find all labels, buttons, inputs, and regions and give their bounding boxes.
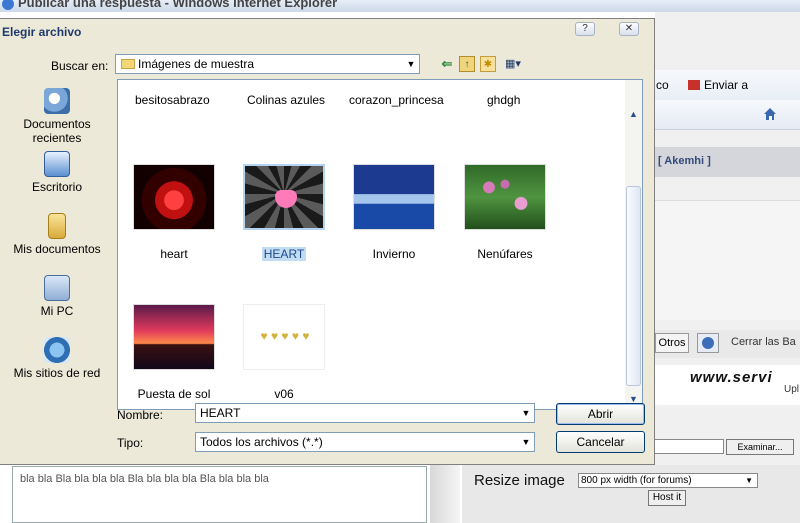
chevron-down-icon[interactable]: ▼ — [518, 433, 534, 451]
image-thumbnail — [133, 164, 215, 230]
file-item[interactable]: Nenúfares — [459, 155, 549, 267]
scrollbar-thumb[interactable] — [626, 186, 641, 386]
send-to-button[interactable]: Enviar a — [704, 78, 748, 92]
toolbar-dropdown-partial[interactable]: co — [656, 78, 669, 92]
place-label: Mi PC — [40, 304, 74, 318]
home-icon[interactable] — [762, 106, 778, 122]
scroll-up-icon[interactable]: ▲ — [625, 106, 642, 123]
image-thumbnail — [243, 304, 325, 370]
place-my-documents[interactable]: Mis documentos — [0, 213, 114, 256]
image-thumbnail — [464, 164, 546, 230]
help-icon — [702, 337, 714, 349]
place-my-computer[interactable]: Mi PC — [0, 275, 114, 318]
ie-logo-icon — [2, 0, 14, 10]
filetype-select[interactable]: Todos los archivos (*.*) ▼ — [195, 432, 535, 452]
views-menu-icon[interactable]: ▦▾ — [501, 56, 525, 72]
filename-value: HEART — [200, 406, 241, 420]
host-it-button[interactable]: Host it — [648, 490, 686, 506]
otros-button[interactable]: Otros — [655, 333, 689, 353]
close-tags-button[interactable]: Cerrar las Ba — [731, 336, 796, 348]
filetype-value: Todos los archivos (*.*) — [200, 435, 323, 449]
place-recent-documents[interactable]: Documentos recientes — [0, 88, 114, 145]
cancel-button[interactable]: Cancelar — [556, 431, 645, 453]
chevron-down-icon[interactable]: ▼ — [518, 404, 534, 422]
chevron-down-icon: ▼ — [403, 55, 419, 73]
file-item-label: Puesta de sol — [137, 387, 211, 401]
ie-title-bar: Publicar una respuesta - Windows Interne… — [0, 0, 800, 12]
resize-image-label: Resize image — [474, 472, 565, 489]
file-item-label[interactable]: ghdgh — [487, 93, 520, 107]
file-names-row: besitosabrazo Colinas azules corazon_pri… — [118, 93, 623, 109]
up-folder-icon[interactable]: ↑ — [459, 56, 475, 72]
image-thumbnail — [243, 164, 325, 230]
chevron-down-icon: ▼ — [745, 476, 753, 485]
image-thumbnail — [353, 164, 435, 230]
image-thumbnail — [133, 304, 215, 370]
my-documents-icon — [48, 213, 66, 239]
dialog-title: Elegir archivo — [2, 25, 82, 39]
file-item-label: Invierno — [372, 247, 416, 261]
file-item[interactable]: v06 — [238, 295, 328, 407]
message-text: bla bla Bla bla bla bla Bla bla bla bla … — [20, 473, 269, 485]
file-item-label: v06 — [274, 387, 294, 401]
file-item-label: heart — [160, 247, 188, 261]
look-in-value: Imágenes de muestra — [138, 57, 255, 71]
vertical-scrollbar[interactable]: ▲ ▼ — [625, 80, 642, 409]
file-item[interactable]: heart — [128, 155, 218, 267]
send-icon — [688, 80, 700, 90]
recent-documents-icon — [44, 88, 70, 114]
dialog-help-button[interactable]: ? — [575, 22, 595, 36]
ie-window-title: Publicar una respuesta - Windows Interne… — [18, 0, 338, 10]
place-label: Mis sitios de red — [13, 366, 101, 380]
place-label: Escritorio — [31, 180, 82, 194]
network-places-icon — [44, 337, 70, 363]
look-in-label: Buscar en: — [51, 59, 109, 73]
resize-image-value: 800 px width (for forums) — [581, 475, 692, 486]
help-button[interactable] — [697, 333, 719, 353]
place-label: Documentos — [23, 117, 91, 131]
forum-panel — [655, 200, 800, 320]
image-host-subtitle: Upl — [784, 384, 800, 395]
browser-toolbar — [655, 100, 800, 130]
place-network[interactable]: Mis sitios de red — [0, 337, 114, 380]
filename-label: Nombre: — [117, 408, 164, 422]
new-folder-icon[interactable]: ✱ — [480, 56, 496, 72]
examinar-button[interactable]: Examinar... — [726, 439, 794, 455]
places-bar: Documentos recientes Escritorio Mis docu… — [0, 79, 114, 429]
desktop-icon — [44, 151, 70, 177]
file-item-label[interactable]: Colinas azules — [247, 93, 325, 107]
place-label: Mis documentos — [13, 242, 101, 256]
page-divider — [430, 465, 460, 523]
file-item[interactable]: Invierno — [348, 155, 438, 267]
image-host-logo: www.servi — [690, 369, 773, 386]
open-button[interactable]: Abrir — [556, 403, 645, 425]
folder-icon — [121, 59, 135, 69]
filetype-label: Tipo: — [117, 436, 144, 450]
file-open-dialog: Elegir archivo ? ✕ Buscar en: Imágenes d… — [0, 18, 655, 465]
forum-username: [ Akemhi ] — [658, 155, 711, 167]
file-item-selected[interactable]: HEART — [238, 155, 328, 267]
file-list[interactable]: besitosabrazo Colinas azules corazon_pri… — [117, 79, 643, 410]
file-item-label: Nenúfares — [477, 247, 533, 261]
file-item-label: HEART — [262, 247, 306, 261]
look-in-dropdown[interactable]: Imágenes de muestra ▼ — [115, 54, 420, 74]
file-item[interactable]: Puesta de sol — [128, 295, 218, 407]
file-item-label[interactable]: besitosabrazo — [135, 93, 210, 107]
my-computer-icon — [44, 275, 70, 301]
place-desktop[interactable]: Escritorio — [0, 151, 114, 194]
place-label: recientes — [32, 131, 82, 145]
resize-image-select[interactable]: 800 px width (for forums) ▼ — [578, 473, 758, 488]
back-icon[interactable]: ⇐ — [439, 56, 455, 72]
dialog-close-button[interactable]: ✕ — [619, 22, 639, 36]
file-item-label[interactable]: corazon_princesa — [349, 93, 444, 107]
filename-input[interactable]: HEART ▼ — [195, 403, 535, 423]
